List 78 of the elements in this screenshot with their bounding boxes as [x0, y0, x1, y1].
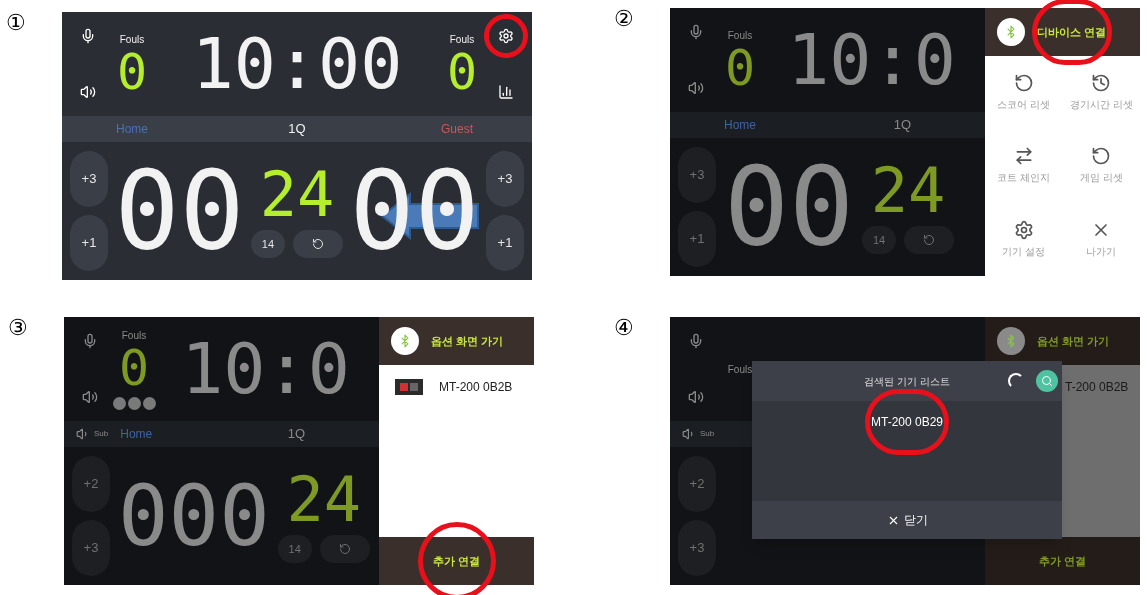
fouls-label: Fouls: [727, 28, 753, 43]
period-label: 1Q: [893, 116, 912, 135]
device-item[interactable]: T-200 0B2B: [1065, 378, 1129, 396]
speaker-icon[interactable]: [80, 84, 96, 100]
score-button[interactable]: +2: [678, 456, 716, 512]
search-icon: [1041, 375, 1053, 387]
menu-item[interactable]: 경기시간 리셋: [1062, 56, 1140, 130]
drawer-title[interactable]: 디바이스 연결: [1037, 23, 1107, 41]
menu-item[interactable]: 기기 설정: [985, 202, 1063, 276]
home-label: Home: [116, 121, 148, 138]
fouls-label: Fouls: [449, 32, 475, 47]
fouls-count: 0: [118, 343, 150, 393]
score-button[interactable]: +3: [72, 520, 110, 576]
fouls-count: 0: [724, 42, 756, 93]
score-button[interactable]: +3: [678, 520, 716, 576]
menu-icon: [1091, 73, 1112, 94]
search-button[interactable]: [1036, 370, 1058, 392]
reset-button[interactable]: [293, 230, 343, 258]
microphone-icon[interactable]: [80, 28, 96, 44]
reset-icon: [338, 543, 351, 555]
shot-clock-button[interactable]: 14: [251, 230, 285, 258]
signal-icon: [498, 84, 514, 100]
fouls-count: 0: [446, 46, 478, 97]
menu-icon: [1013, 73, 1034, 94]
game-clock: 10:0: [787, 25, 956, 95]
menu-item[interactable]: 스코어 리셋: [985, 56, 1063, 130]
device-item[interactable]: MT-200 0B2B: [439, 378, 513, 396]
shot-clock-button[interactable]: 14: [862, 226, 897, 254]
game-clock: 10:00: [191, 29, 403, 99]
home-score: 00: [724, 153, 855, 261]
sub-label: Sub: [700, 428, 715, 440]
device-item[interactable]: MT-200 0B29: [870, 413, 943, 431]
fouls-label: Fouls: [119, 32, 145, 47]
home-score: 000: [118, 474, 270, 558]
step-number: ①: [6, 12, 27, 34]
fouls-label: Fouls: [727, 362, 753, 377]
add-connection-button[interactable]: 추가 연결: [1038, 552, 1087, 570]
drawer-title[interactable]: 옵션 화면 가기: [431, 332, 504, 350]
loading-spinner-icon: [1008, 373, 1024, 389]
score-button[interactable]: +1: [678, 211, 716, 267]
game-clock: 10:0: [181, 334, 350, 404]
bluetooth-button[interactable]: [997, 18, 1025, 46]
menu-item[interactable]: 코트 체인지: [985, 129, 1063, 203]
period-label: 1Q: [288, 120, 306, 139]
drawer-title[interactable]: 옵션 화면 가기: [1037, 332, 1110, 350]
reset-icon: [312, 238, 324, 250]
close-button[interactable]: 닫기: [752, 501, 1062, 539]
menu-item[interactable]: 나가기: [1062, 202, 1140, 276]
shot-clock: 24: [259, 164, 335, 226]
fouls-label: Fouls: [121, 329, 147, 343]
shot-clock: 24: [286, 469, 362, 531]
bluetooth-button[interactable]: [391, 327, 419, 355]
menu-icon: [1013, 219, 1034, 240]
period-label: 1Q: [287, 425, 306, 444]
shot-clock-button[interactable]: 14: [277, 535, 312, 563]
menu-item[interactable]: 게임 리셋: [1062, 129, 1140, 203]
sub-label: Sub: [94, 428, 109, 440]
home-score: 00: [114, 157, 245, 265]
menu-icon: [1091, 146, 1112, 167]
guest-label: Guest: [441, 121, 473, 138]
step-number: ④: [614, 317, 635, 339]
bluetooth-button[interactable]: [997, 327, 1025, 355]
score-button[interactable]: +2: [72, 456, 110, 512]
shot-clock: 24: [870, 160, 946, 222]
add-connection-button[interactable]: 추가 연결: [432, 552, 481, 570]
home-label: Home: [120, 426, 153, 443]
score-button[interactable]: +1: [70, 215, 108, 271]
fouls-count: 0: [116, 46, 148, 97]
settings-icon[interactable]: [498, 28, 514, 44]
dialog-title: 검색된 기기 리스트: [864, 374, 950, 389]
score-button[interactable]: +3: [70, 151, 108, 207]
score-button[interactable]: +3: [678, 147, 716, 203]
reset-icon: [923, 234, 936, 246]
step-number: ③: [8, 317, 29, 339]
step-number: ②: [614, 8, 635, 30]
home-label: Home: [724, 117, 756, 134]
score-button[interactable]: +1: [485, 215, 524, 271]
score-button[interactable]: +3: [485, 151, 524, 207]
